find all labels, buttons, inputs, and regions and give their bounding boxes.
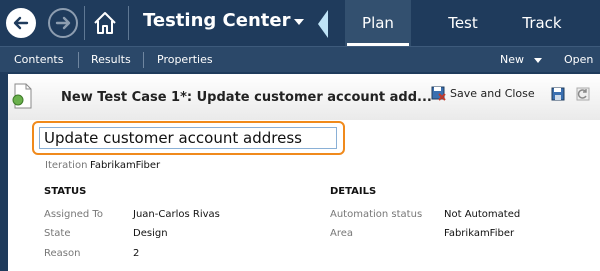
automation-status-value[interactable]: Not Automated	[444, 209, 520, 220]
state-value[interactable]: Design	[133, 228, 168, 239]
save-and-close-label: Save and Close	[450, 87, 535, 100]
menu-contents[interactable]: Contents	[14, 53, 63, 66]
work-item-header: New Test Case 1*: Update customer accoun…	[8, 74, 600, 120]
area-value[interactable]: FabrikamFiber	[444, 228, 514, 239]
menu-results[interactable]: Results	[91, 53, 131, 66]
menu-open[interactable]: Open	[564, 53, 593, 66]
work-item-panel: New Test Case 1*: Update customer accoun…	[8, 74, 600, 271]
menu-divider	[143, 52, 144, 68]
forward-button[interactable]	[48, 8, 78, 38]
reason-value[interactable]: 2	[133, 248, 139, 259]
title-field-highlight	[32, 121, 345, 155]
details-heading: DETAILS	[330, 186, 377, 197]
state-label: State	[44, 228, 71, 239]
header-divider	[128, 6, 129, 40]
work-item-title: New Test Case 1*: Update customer accoun…	[61, 90, 432, 105]
save-close-icon	[431, 86, 446, 101]
chevron-down-icon[interactable]	[534, 58, 542, 63]
area-label: Area	[330, 228, 354, 239]
menu-new[interactable]: New	[500, 53, 524, 66]
top-header-bar: Testing Center Plan Test Track	[0, 0, 600, 46]
menu-bar: Contents Results Properties New Open	[0, 46, 600, 72]
home-button[interactable]	[92, 10, 118, 36]
save-and-close-button[interactable]: Save and Close	[431, 86, 535, 101]
reason-label: Reason	[44, 248, 81, 259]
automation-status-label: Automation status	[330, 209, 423, 220]
menu-divider	[78, 52, 79, 68]
collapse-arrow-icon[interactable]	[318, 10, 328, 38]
back-button[interactable]	[6, 8, 36, 38]
header-divider	[84, 6, 85, 40]
menu-properties[interactable]: Properties	[157, 53, 213, 66]
app-title[interactable]: Testing Center	[143, 10, 290, 31]
arrow-right-icon	[55, 16, 71, 30]
tab-test[interactable]: Test	[433, 0, 493, 46]
iteration-label: Iteration	[45, 160, 88, 171]
arrow-left-icon	[13, 16, 29, 30]
test-case-icon	[12, 83, 32, 109]
assigned-to-label: Assigned To	[44, 209, 103, 220]
refresh-icon[interactable]	[576, 87, 590, 101]
home-icon	[94, 12, 116, 34]
chevron-down-icon[interactable]	[294, 19, 304, 25]
floppy-save-icon[interactable]	[551, 87, 565, 101]
assigned-to-value[interactable]: Juan-Carlos Rivas	[133, 209, 220, 220]
title-input[interactable]	[39, 127, 337, 149]
tab-track[interactable]: Track	[512, 0, 572, 46]
status-heading: STATUS	[44, 186, 87, 197]
iteration-value[interactable]: FabrikamFiber	[90, 160, 160, 171]
tab-plan[interactable]: Plan	[345, 0, 411, 46]
